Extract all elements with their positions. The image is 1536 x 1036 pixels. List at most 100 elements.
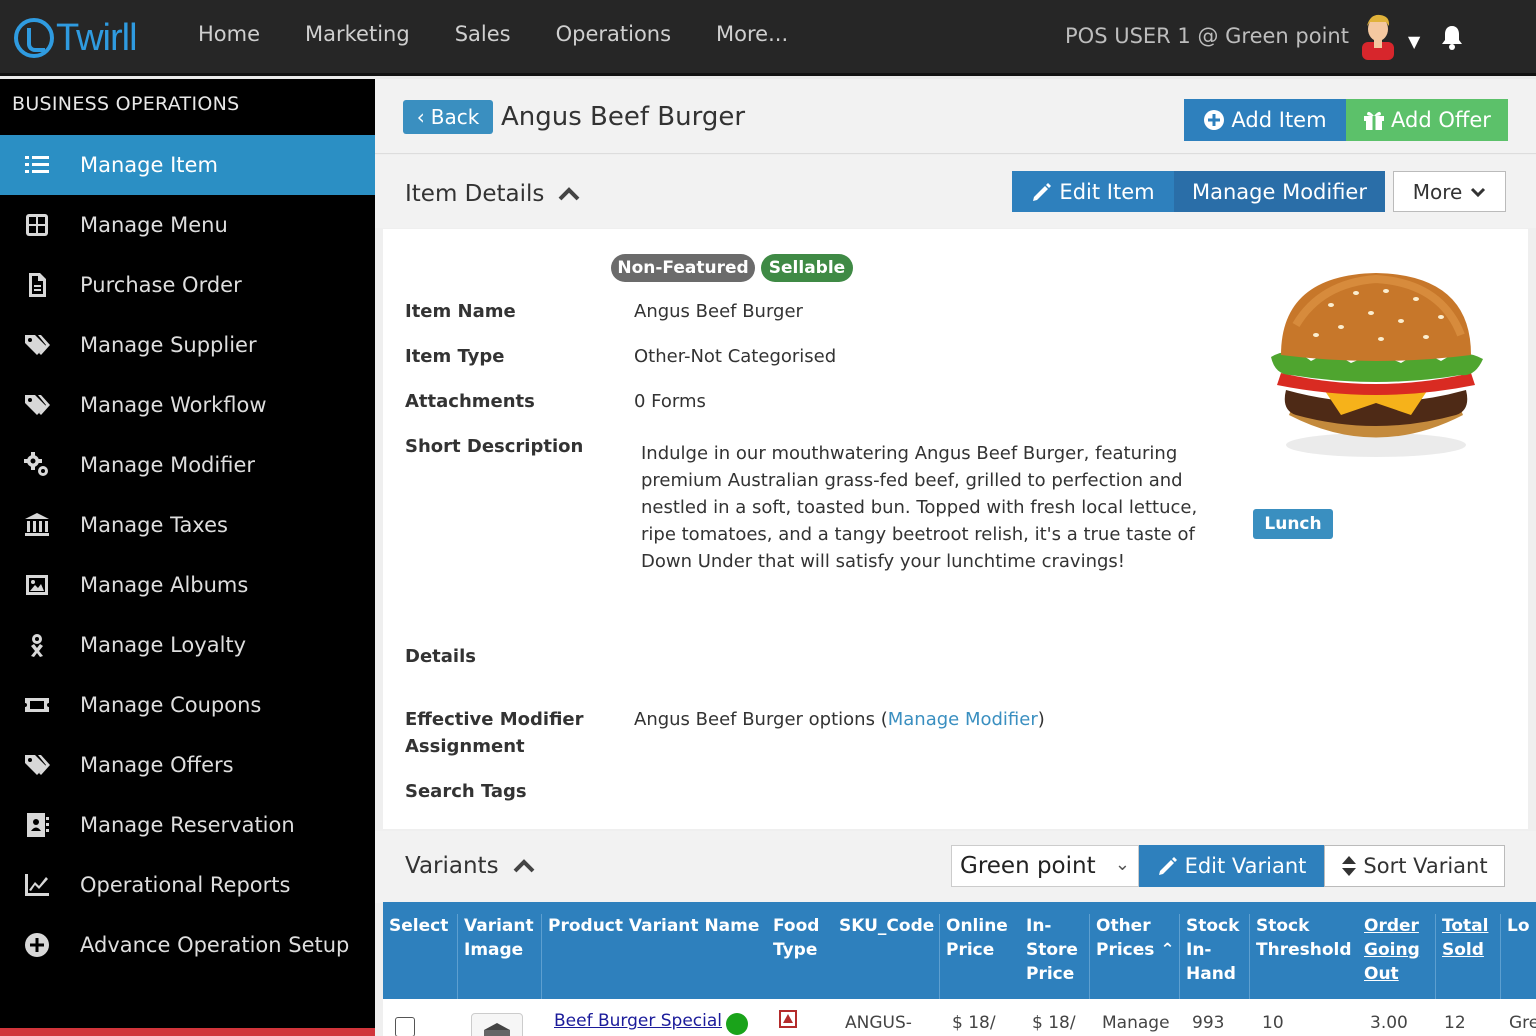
sidebar-item-manage-workflow[interactable]: Manage Workflow — [0, 375, 375, 435]
sidebar-item-manage-item[interactable]: Manage Item — [0, 135, 375, 195]
avatar[interactable] — [1358, 12, 1398, 60]
add-item-button[interactable]: Add Item — [1184, 99, 1346, 141]
location-select-value: Green point — [960, 853, 1096, 879]
col-stock-threshold[interactable]: Stock Threshold — [1250, 914, 1358, 999]
modifier-label-line-1: Effective Modifier — [405, 709, 584, 730]
variants-title-text: Variants — [405, 853, 499, 879]
col-location[interactable]: Lo — [1501, 914, 1536, 999]
sidebar-item-label: Manage Offers — [80, 753, 234, 777]
cogs-icon — [0, 452, 80, 478]
add-offer-label: Add Offer — [1391, 108, 1491, 132]
in-store-price-cell: $ 18/ — [1032, 1013, 1076, 1033]
item-type-value: Other-Not Categorised — [634, 346, 837, 367]
lunch-tag[interactable]: Lunch — [1253, 509, 1333, 539]
bell-icon[interactable] — [1440, 24, 1464, 50]
variants-title[interactable]: Variants — [405, 853, 535, 879]
col-stock-in-hand[interactable]: Stock In- Hand — [1180, 914, 1250, 999]
sidebar-item-manage-offers[interactable]: Manage Offers — [0, 735, 375, 795]
page-header: ‹ Back Angus Beef Burger Add Item Add Of… — [375, 79, 1536, 154]
manage-other-prices-link[interactable]: Manage — [1102, 1013, 1170, 1033]
col-select: Select — [383, 914, 458, 999]
more-label: More — [1412, 179, 1463, 204]
modifier-assignment-label: Effective Modifier Assignment — [405, 706, 584, 760]
chevron-left-icon: ‹ — [416, 105, 425, 129]
nav-operations[interactable]: Operations — [556, 22, 671, 46]
sort-icon — [1342, 856, 1357, 876]
box-icon — [484, 1023, 510, 1036]
sidebar-item-manage-albums[interactable]: Manage Albums — [0, 555, 375, 615]
sidebar-item-manage-supplier[interactable]: Manage Supplier — [0, 315, 375, 375]
nav-more[interactable]: More... — [716, 22, 788, 46]
sidebar-item-label: Purchase Order — [80, 273, 242, 297]
sidebar-item-manage-coupons[interactable]: Manage Coupons — [0, 675, 375, 735]
col-order-going-out[interactable]: Order Going Out — [1358, 914, 1436, 999]
chevron-up-icon[interactable]: ⌃ — [1160, 940, 1174, 960]
plus-circle-icon — [1204, 110, 1225, 130]
order-going-out-cell[interactable]: 3.00 — [1370, 1013, 1408, 1033]
item-name-value: Angus Beef Burger — [634, 301, 803, 322]
nav-marketing[interactable]: Marketing — [305, 22, 410, 46]
more-dropdown[interactable]: More — [1393, 171, 1506, 212]
stock-in-hand-cell: 993 — [1192, 1013, 1225, 1033]
item-details-header: Item Details Edit Item Manage Modifier M… — [375, 155, 1536, 228]
short-description-value: Indulge in our mouthwatering Angus Beef … — [641, 443, 1198, 572]
manage-modifier-link[interactable]: Manage Modifier — [888, 709, 1038, 730]
sidebar-item-label: Manage Workflow — [80, 393, 267, 417]
nav-home[interactable]: Home — [198, 22, 260, 46]
col-in-store-price[interactable]: In- Store Price — [1020, 914, 1090, 999]
nav-sales[interactable]: Sales — [455, 22, 511, 46]
search-tags-label: Search Tags — [405, 781, 527, 802]
variant-name-text: Beef Burger Special — [554, 1011, 722, 1031]
edit-item-button[interactable]: Edit Item — [1012, 171, 1174, 212]
sidebar-item-advance-operation-setup[interactable]: Advance Operation Setup — [0, 915, 375, 975]
burger-image — [1271, 273, 1483, 457]
list-icon — [0, 152, 80, 178]
sku-cell: ANGUS- — [845, 1013, 912, 1033]
sidebar-item-manage-taxes[interactable]: Manage Taxes — [0, 495, 375, 555]
col-sku-code[interactable]: SKU_Code — [833, 914, 940, 999]
sidebar-item-label: Advance Operation Setup — [80, 933, 350, 957]
caret-down-icon[interactable]: ▼ — [1408, 32, 1420, 51]
sidebar-item-purchase-order[interactable]: Purchase Order — [0, 255, 375, 315]
col-online-price[interactable]: Online Price — [940, 914, 1020, 999]
sidebar-bottom-bar — [0, 1028, 375, 1036]
location-select[interactable]: Green point ⌄ — [951, 845, 1139, 887]
logo-text: Twirll — [56, 16, 138, 59]
manage-modifier-button[interactable]: Manage Modifier — [1174, 171, 1385, 212]
sidebar-item-label: Manage Taxes — [80, 513, 228, 537]
non-featured-badge: Non-Featured — [611, 254, 755, 282]
chevron-up-icon[interactable] — [513, 859, 535, 873]
table-row: Beef Burger Special ANGUS- $ 18/ $ 18/ M… — [383, 999, 1536, 1036]
ticket-icon — [0, 692, 80, 718]
item-details-card: Non-Featured Sellable Item Name Angus Be… — [383, 229, 1528, 829]
add-offer-button[interactable]: Add Offer — [1346, 99, 1508, 141]
sidebar-item-manage-modifier[interactable]: Manage Modifier — [0, 435, 375, 495]
sidebar-item-operational-reports[interactable]: Operational Reports — [0, 855, 375, 915]
user-label[interactable]: POS USER 1 @ Green point — [1065, 24, 1349, 48]
sidebar-item-manage-reservation[interactable]: Manage Reservation — [0, 795, 375, 855]
edit-variant-button[interactable]: Edit Variant — [1139, 845, 1324, 887]
chevron-up-icon[interactable] — [558, 187, 580, 201]
loyalty-icon — [0, 632, 80, 658]
sidebar-item-label: Manage Albums — [80, 573, 249, 597]
modifier-text: Angus Beef Burger options ( — [634, 709, 888, 730]
online-price-cell: $ 18/ — [952, 1013, 996, 1033]
col-total-sold[interactable]: Total Sold — [1436, 914, 1501, 999]
attachments-label: Attachments — [405, 391, 535, 412]
sidebar: BUSINESS OPERATIONS Manage Item Manage M… — [0, 79, 375, 1036]
sidebar-item-manage-loyalty[interactable]: Manage Loyalty — [0, 615, 375, 675]
col-product-variant-name[interactable]: Product Variant Name — [542, 914, 767, 999]
modifier-assignment-value: Angus Beef Burger options (Manage Modifi… — [634, 706, 1045, 733]
sort-variant-label: Sort Variant — [1363, 854, 1488, 878]
file-icon — [0, 272, 80, 298]
col-other-prices[interactable]: Other Prices ⌃ — [1090, 914, 1180, 999]
back-button[interactable]: ‹ Back — [403, 100, 493, 134]
variant-name-link[interactable]: Beef Burger Special — [554, 1011, 722, 1031]
sidebar-item-manage-menu[interactable]: Manage Menu — [0, 195, 375, 255]
sellable-badge: Sellable — [761, 254, 853, 282]
twirll-logo[interactable]: Twirll — [14, 14, 138, 62]
sort-variant-button[interactable]: Sort Variant — [1324, 845, 1505, 887]
row-select-checkbox[interactable] — [395, 1017, 415, 1036]
total-sold-cell: 12 — [1444, 1013, 1466, 1033]
item-details-title[interactable]: Item Details — [405, 181, 580, 207]
